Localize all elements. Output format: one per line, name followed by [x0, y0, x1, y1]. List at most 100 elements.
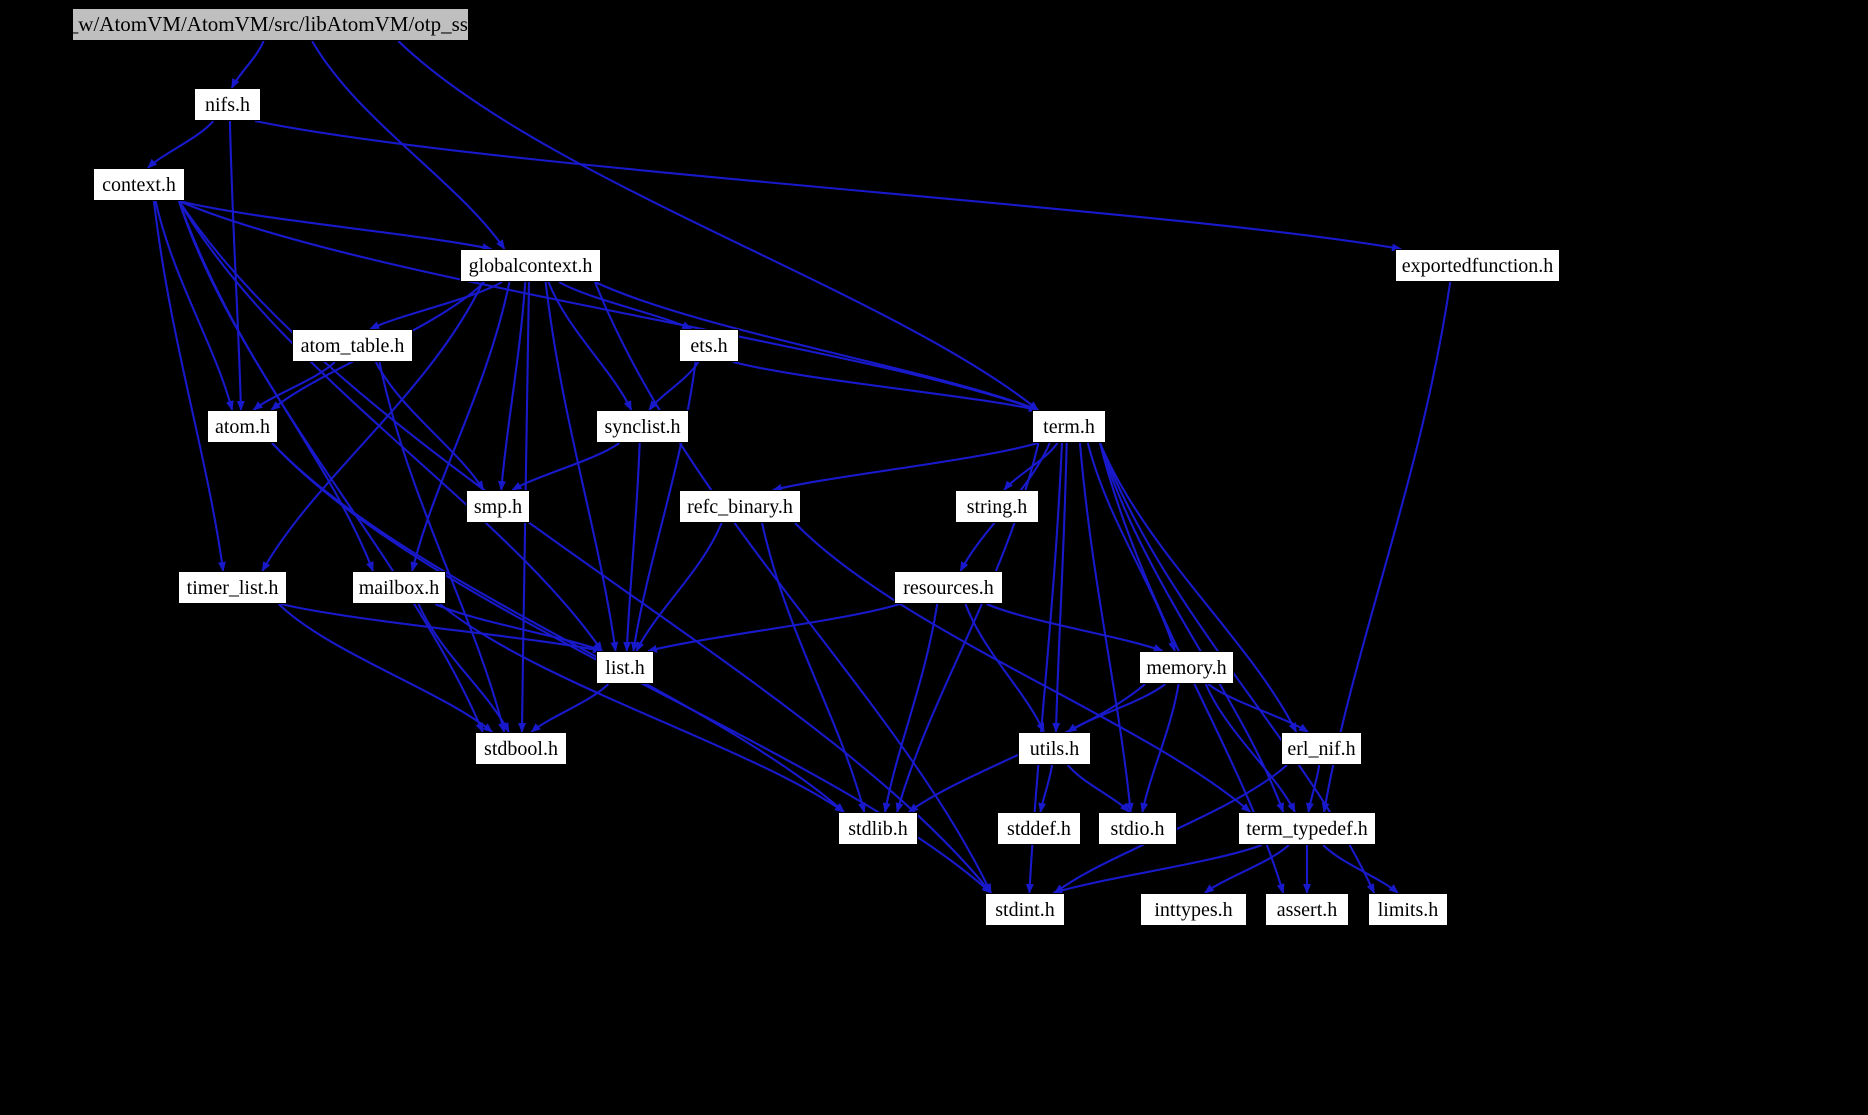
- graph-edge-nifs-to-exportedfunction: [254, 119, 1402, 252]
- graph-node-label: atom_table.h: [300, 334, 405, 357]
- graph-edge-erl_nif-to-term_typedef: [1305, 764, 1321, 813]
- graph-node-label: stdbool.h: [484, 737, 558, 760]
- graph-edge-timer_list-to-list: [280, 602, 603, 654]
- graph-edge-context-to-atom: [154, 200, 234, 411]
- graph-node-stddef[interactable]: stddef.h: [997, 812, 1081, 845]
- graph-edge-globalcontext-to-term: [594, 281, 1039, 411]
- graph-node-label: term.h: [1043, 415, 1095, 438]
- graph-node-stdlib[interactable]: stdlib.h: [838, 812, 918, 845]
- graph-node-synclist[interactable]: synclist.h: [596, 410, 689, 443]
- graph-edge-globalcontext-to-smp: [498, 281, 527, 491]
- graph-edge-context-to-stdint: [178, 200, 992, 894]
- graph-edge-resources-to-list: [647, 602, 901, 653]
- graph-node-exportedfunction[interactable]: exportedfunction.h: [1395, 249, 1560, 282]
- graph-edge-globalcontext-to-synclist: [547, 281, 633, 411]
- graph-node-resources[interactable]: resources.h: [894, 571, 1003, 604]
- graph-edge-mailbox-to-stdbool: [417, 603, 510, 733]
- edge-layer: [147, 40, 1452, 895]
- graph-node-label: refc_binary.h: [687, 495, 793, 518]
- graph-node-utils[interactable]: utils.h: [1018, 732, 1091, 765]
- graph-node-memory[interactable]: memory.h: [1139, 651, 1234, 684]
- graph-node-label: string.h: [966, 495, 1028, 518]
- graph-node-globalcontext[interactable]: globalcontext.h: [460, 249, 601, 282]
- graph-node-label: inttypes.h: [1154, 898, 1233, 921]
- graph-node-string[interactable]: string.h: [955, 490, 1039, 523]
- graph-edge-atom_table-to-atom: [252, 361, 336, 411]
- graph-edge-utils-to-stddef: [1038, 764, 1054, 813]
- graph-edge-utils-to-stdio: [1066, 764, 1130, 813]
- edges: [147, 40, 1452, 895]
- graph-edge-context-to-term: [178, 200, 1039, 411]
- graph-edge-memory-to-erl_nif: [1207, 683, 1309, 733]
- graph-node-term_typedef[interactable]: term_typedef.h: [1238, 812, 1376, 845]
- graph-edge-term_typedef-to-stdint: [1052, 844, 1263, 895]
- graph-node-list[interactable]: list.h: [596, 651, 654, 684]
- graph-edge-nifs-to-atom: [228, 120, 245, 411]
- graph-edge-term-to-term_typedef: [1098, 442, 1285, 813]
- graph-edge-otp_ssl-to-globalcontext: [311, 40, 506, 250]
- graph-node-label: resources.h: [903, 576, 994, 599]
- graph-edge-resources-to-memory: [986, 603, 1164, 652]
- graph-edge-term-to-utils: [1052, 442, 1068, 733]
- graph-node-label: timer_list.h: [186, 576, 279, 599]
- graph-edge-synclist-to-list: [623, 442, 641, 652]
- graph-node-stdio[interactable]: stdio.h: [1098, 812, 1177, 845]
- graph-node-otp_ssl[interactable]: /__w/AtomVM/AtomVM/src/libAtomVM/otp_ssl…: [51, 8, 490, 41]
- graph-node-label: list.h: [605, 656, 645, 679]
- graph-node-label: assert.h: [1276, 898, 1338, 921]
- graph-edge-otp_ssl-to-nifs: [230, 40, 265, 89]
- graph-node-label: context.h: [102, 173, 176, 196]
- graph-node-label: nifs.h: [205, 93, 250, 116]
- graph-node-label: smp.h: [473, 495, 523, 518]
- graph-node-label: atom.h: [215, 415, 270, 438]
- graph-node-assert[interactable]: assert.h: [1265, 893, 1349, 926]
- graph-edge-mailbox-to-stdlib: [439, 603, 845, 813]
- graph-node-atom[interactable]: atom.h: [207, 410, 278, 443]
- graph-node-label: utils.h: [1029, 737, 1080, 760]
- graph-node-label: synclist.h: [604, 415, 681, 438]
- graph-node-term[interactable]: term.h: [1032, 410, 1106, 443]
- graph-edge-timer_list-to-stdbool: [277, 603, 493, 733]
- graph-node-smp[interactable]: smp.h: [466, 490, 530, 523]
- graph-edge-resources-to-stdlib: [882, 603, 939, 813]
- graph-edge-atom_table-to-smp: [374, 361, 485, 491]
- graph-node-label: memory.h: [1146, 656, 1227, 679]
- graph-edge-term-to-refc_binary: [771, 441, 1039, 492]
- graph-node-nifs[interactable]: nifs.h: [194, 88, 261, 121]
- graph-node-erl_nif[interactable]: erl_nif.h: [1281, 732, 1362, 765]
- graph-node-stdint[interactable]: stdint.h: [985, 893, 1065, 926]
- graph-edge-refc_binary-to-stdlib: [761, 522, 866, 813]
- graph-node-mailbox[interactable]: mailbox.h: [352, 571, 446, 604]
- graph-edge-term-to-string: [1003, 442, 1059, 491]
- graph-edge-globalcontext-to-ets: [558, 281, 693, 330]
- graph-edge-term-to-memory: [1086, 442, 1176, 652]
- graph-node-timer_list[interactable]: timer_list.h: [178, 571, 287, 604]
- graph-node-ets[interactable]: ets.h: [679, 329, 739, 362]
- graph-edge-synclist-to-smp: [511, 442, 620, 491]
- graph-edge-list-to-stdbool: [530, 683, 610, 733]
- graph-edge-ets-to-term: [732, 360, 1039, 413]
- graph-edge-context-to-globalcontext: [178, 199, 493, 252]
- graph-edge-globalcontext-to-list: [544, 281, 619, 652]
- graph-edge-globalcontext-to-timer_list: [261, 281, 484, 572]
- graph-edge-resources-to-utils: [964, 603, 1045, 733]
- graph-edge-context-to-timer_list: [152, 200, 226, 572]
- graph-edge-term-to-erl_nif: [1099, 442, 1298, 733]
- include-dependency-graph: /__w/AtomVM/AtomVM/src/libAtomVM/otp_ssl…: [0, 0, 1868, 1115]
- graph-edge-atom_table-to-stdbool: [378, 361, 506, 733]
- graph-edge-context-to-stdbool: [178, 200, 484, 733]
- graph-node-label: mailbox.h: [358, 576, 440, 599]
- graph-edge-globalcontext-to-mailbox: [410, 281, 511, 572]
- graph-edge-memory-to-stdio: [1140, 683, 1180, 813]
- graph-edge-term_typedef-to-inttypes: [1204, 844, 1290, 894]
- graph-node-atom_table[interactable]: atom_table.h: [292, 329, 413, 362]
- graph-node-context[interactable]: context.h: [93, 168, 185, 201]
- graph-node-stdbool[interactable]: stdbool.h: [475, 732, 567, 765]
- graph-node-refc_binary[interactable]: refc_binary.h: [679, 490, 801, 523]
- graph-node-label: stdint.h: [995, 898, 1055, 921]
- graph-node-label: /__w/AtomVM/AtomVM/src/libAtomVM/otp_ssl…: [51, 12, 490, 36]
- graph-node-label: term_typedef.h: [1246, 817, 1368, 840]
- graph-node-limits[interactable]: limits.h: [1368, 893, 1448, 926]
- graph-node-inttypes[interactable]: inttypes.h: [1140, 893, 1247, 926]
- graph-edge-memory-to-utils: [1066, 683, 1167, 733]
